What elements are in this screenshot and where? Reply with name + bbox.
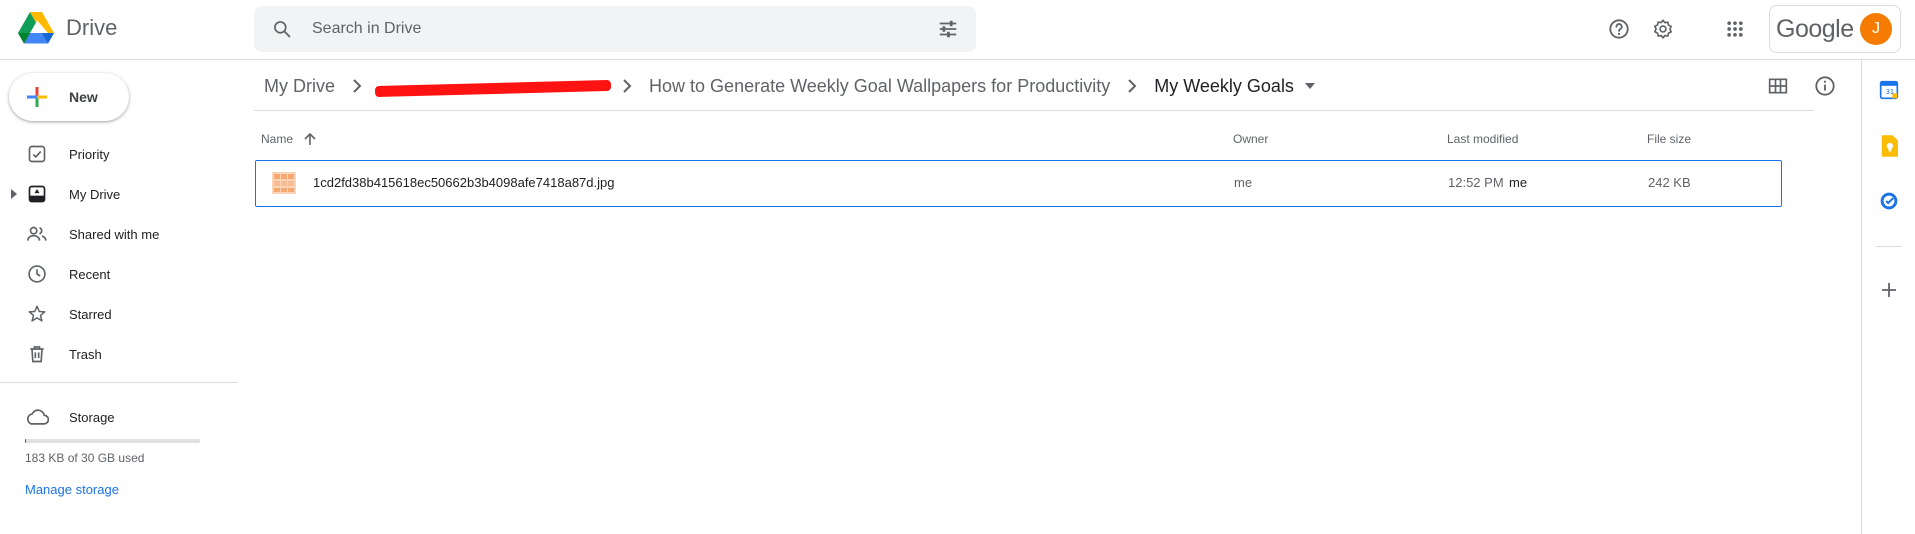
caret-down-icon bbox=[1304, 83, 1315, 89]
content-divider bbox=[254, 110, 1814, 111]
top-header: Drive Search in Drive Google J bbox=[0, 0, 1915, 60]
breadcrumb-item-redacted[interactable]: Xxxxxxx Xxxxxxxx Xxxxxxxx bbox=[369, 72, 615, 101]
image-file-thumbnail-icon bbox=[272, 172, 296, 194]
drive-app: Drive Search in Drive Google J New Prior… bbox=[0, 0, 1915, 534]
settings-gear-icon[interactable] bbox=[1651, 17, 1675, 41]
drive-logo-icon bbox=[18, 12, 54, 44]
clock-icon bbox=[25, 262, 49, 286]
search-input[interactable] bbox=[310, 19, 936, 39]
column-label: Name bbox=[261, 132, 294, 146]
current-folder-label: My Weekly Goals bbox=[1154, 75, 1294, 96]
side-panel-divider bbox=[1861, 60, 1862, 534]
sort-arrow-up-icon[interactable] bbox=[303, 132, 317, 146]
sidebar-item-starred[interactable]: Starred bbox=[0, 294, 238, 334]
sidebar-item-label: Trash bbox=[69, 346, 102, 362]
storage-used-text: 183 KB of 30 GB used bbox=[25, 451, 145, 465]
breadcrumb-item-current[interactable]: My Weekly Goals bbox=[1144, 72, 1326, 101]
cloud-icon bbox=[25, 405, 49, 429]
avatar[interactable]: J bbox=[1860, 13, 1892, 45]
sidebar-item-storage[interactable]: Storage bbox=[0, 397, 238, 437]
sidebar-item-priority[interactable]: Priority bbox=[0, 134, 238, 174]
sidebar-item-label: Priority bbox=[69, 146, 110, 162]
shared-icon bbox=[25, 222, 49, 246]
add-addon-plus-icon[interactable] bbox=[1876, 277, 1902, 303]
search-options-icon[interactable] bbox=[936, 17, 960, 41]
search-icon[interactable] bbox=[270, 17, 294, 41]
column-header-name[interactable]: Name bbox=[261, 132, 317, 146]
chevron-right-icon bbox=[615, 79, 639, 93]
sidebar-item-label: Shared with me bbox=[69, 226, 160, 242]
google-brand-text: Google bbox=[1776, 14, 1854, 43]
sidebar-item-label: Starred bbox=[69, 306, 112, 322]
storage-label: Storage bbox=[69, 409, 115, 425]
file-name[interactable]: 1cd2fd38b415618ec50662b3b4098afe7418a87d… bbox=[313, 175, 614, 190]
manage-storage-link[interactable]: Manage storage bbox=[25, 482, 119, 497]
help-icon[interactable] bbox=[1607, 17, 1631, 41]
storage-section: Storage 183 KB of 30 GB used Manage stor… bbox=[0, 397, 238, 497]
plus-icon bbox=[27, 87, 47, 107]
file-last-modified: 12:52 PM bbox=[1448, 175, 1504, 190]
sidebar-item-label: Recent bbox=[69, 266, 111, 282]
storage-progress-bar bbox=[25, 439, 200, 443]
sidebar-item-my-drive[interactable]: My Drive bbox=[0, 174, 238, 214]
file-size: 242 KB bbox=[1648, 175, 1691, 190]
grid-view-icon[interactable] bbox=[1766, 74, 1790, 98]
keep-icon[interactable] bbox=[1876, 133, 1902, 159]
side-panel-separator bbox=[1876, 246, 1902, 247]
svg-text:31: 31 bbox=[1886, 88, 1894, 96]
trash-icon bbox=[25, 342, 49, 366]
calendar-icon[interactable]: 31 bbox=[1876, 77, 1902, 103]
priority-icon bbox=[25, 142, 49, 166]
sidebar-divider bbox=[0, 382, 238, 383]
chevron-right-icon bbox=[345, 79, 369, 93]
tasks-icon[interactable] bbox=[1876, 188, 1902, 214]
search-bar[interactable] bbox=[254, 6, 976, 52]
sidebar-item-label: My Drive bbox=[69, 186, 121, 202]
file-modified-by: me bbox=[1509, 175, 1528, 190]
sidebar-item-recent[interactable]: Recent bbox=[0, 254, 238, 294]
sidebar-item-trash[interactable]: Trash bbox=[0, 334, 238, 374]
apps-grid-icon[interactable] bbox=[1723, 17, 1747, 41]
new-button-label: New bbox=[69, 89, 98, 105]
chevron-right-icon bbox=[1120, 79, 1144, 93]
breadcrumb-item-my-drive[interactable]: My Drive bbox=[254, 72, 345, 101]
breadcrumb-item-parent-folder[interactable]: How to Generate Weekly Goal Wallpapers f… bbox=[639, 72, 1120, 101]
account-switcher[interactable]: Google J bbox=[1769, 5, 1901, 53]
redaction-mark bbox=[374, 79, 612, 97]
sidebar-item-shared-with-me[interactable]: Shared with me bbox=[0, 214, 238, 254]
table-row[interactable]: 1cd2fd38b415618ec50662b3b4098afe7418a87d… bbox=[255, 160, 1782, 207]
column-header-file-size[interactable]: File size bbox=[1647, 132, 1691, 146]
drive-logo[interactable]: Drive bbox=[18, 12, 117, 44]
sidebar-nav: Priority My Drive Shared with me Recent bbox=[0, 134, 238, 374]
file-owner: me bbox=[1234, 175, 1253, 190]
new-button[interactable]: New bbox=[9, 73, 129, 121]
info-icon[interactable] bbox=[1813, 74, 1837, 98]
app-name: Drive bbox=[66, 15, 118, 40]
star-icon bbox=[25, 302, 49, 326]
expand-caret-icon[interactable] bbox=[10, 189, 18, 199]
my-drive-icon bbox=[25, 182, 49, 206]
breadcrumb: My Drive Xxxxxxx Xxxxxxxx Xxxxxxxx How t… bbox=[254, 66, 1326, 106]
table-header: Name Owner Last modified File size bbox=[254, 124, 1784, 154]
column-header-owner[interactable]: Owner bbox=[1233, 132, 1268, 146]
storage-progress-fill bbox=[25, 439, 26, 443]
column-header-last-modified[interactable]: Last modified bbox=[1447, 132, 1518, 146]
